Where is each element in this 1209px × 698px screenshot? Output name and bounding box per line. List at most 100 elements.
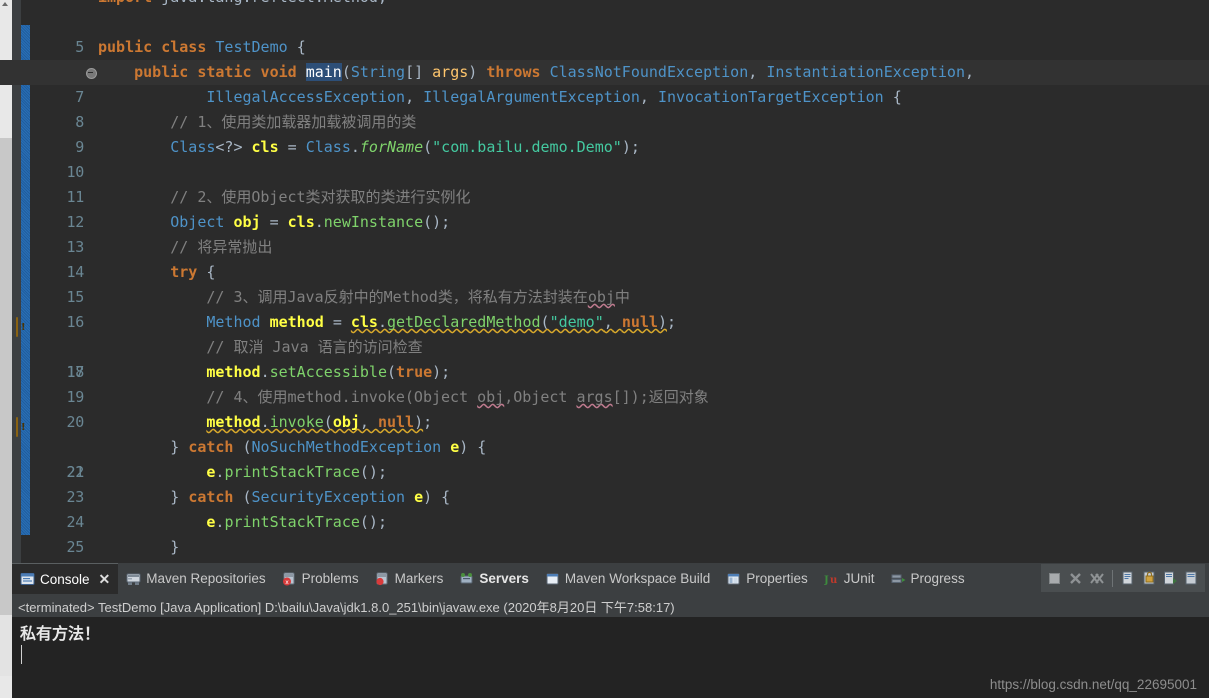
code-text: Method method = cls.getDeclaredMethod("d… xyxy=(206,313,676,331)
code-line[interactable]: 15 try { xyxy=(0,260,1209,306)
tab-label: Console xyxy=(40,571,90,587)
code-line[interactable]: 20 // 4、使用method.invoke(Object obj,Objec… xyxy=(0,385,1209,431)
warning-marker[interactable] xyxy=(16,415,30,437)
code-text: } catch (NoSuchMethodException e) { xyxy=(170,438,487,456)
warning-icon xyxy=(16,417,18,437)
java-code-editor[interactable]: 4 import java.lang.reflect.Method; 5 6 p… xyxy=(0,0,1209,563)
tab-maven-workspace-build[interactable]: Maven Workspace Build xyxy=(537,563,718,594)
tab-console[interactable]: Console ✕ xyxy=(12,562,119,595)
code-text: method.setAccessible(true); xyxy=(206,363,451,381)
terminated-process-label: <terminated> TestDemo [Java Application]… xyxy=(18,600,675,615)
problems-icon: x xyxy=(282,572,297,586)
code-text: IllegalAccessException, IllegalArgumentE… xyxy=(206,88,902,106)
code-text: // 1、使用类加载器加载被调用的类 xyxy=(98,113,417,131)
tab-junit[interactable]: Ju JUnit xyxy=(816,563,883,594)
code-line[interactable]: 11 xyxy=(0,160,1209,206)
code-lines-container[interactable]: 4 import java.lang.reflect.Method; 5 6 p… xyxy=(0,0,1209,563)
code-text: import java.lang.reflect.Method; xyxy=(98,0,387,10)
open-console-icon[interactable] xyxy=(1120,570,1137,587)
tab-progress[interactable]: Progress xyxy=(883,563,973,594)
progress-icon xyxy=(891,572,906,586)
console-caret xyxy=(21,645,22,664)
maven-repositories-icon xyxy=(126,572,141,586)
new-console-view-icon[interactable] xyxy=(1183,570,1200,587)
servers-icon xyxy=(459,572,474,586)
watermark-url: https://blog.csdn.net/qq_22695001 xyxy=(989,677,1197,692)
properties-icon xyxy=(726,572,741,586)
code-text: // 将异常抛出 xyxy=(98,238,273,256)
code-text: e.printStackTrace(); xyxy=(206,463,387,481)
tab-label: Maven Repositories xyxy=(146,571,266,586)
tab-label: Progress xyxy=(910,571,965,586)
code-line[interactable]: 24 } catch (SecurityException e) { xyxy=(0,485,1209,531)
code-line[interactable]: 6 public class TestDemo { xyxy=(0,35,1209,81)
tab-label: Problems xyxy=(301,571,359,586)
code-text: // 2、使用Object类对获取的类进行实例化 xyxy=(98,188,471,206)
stop-icon[interactable] xyxy=(1046,570,1063,587)
code-line[interactable]: 9 // 1、使用类加载器加载被调用的类 xyxy=(0,110,1209,156)
tab-problems[interactable]: x Problems xyxy=(274,563,367,594)
code-text: e.printStackTrace(); xyxy=(206,513,387,531)
console-output-text: 私有方法！ xyxy=(20,624,101,643)
junit-icon: Ju xyxy=(823,572,839,586)
tab-label: Maven Workspace Build xyxy=(564,571,711,586)
code-text: Class<?> cls = Class.forName("com.bailu.… xyxy=(170,138,640,156)
tab-label: Servers xyxy=(479,571,529,586)
code-text: } xyxy=(98,538,180,556)
code-line[interactable]: 23 e.printStackTrace(); xyxy=(0,460,1209,506)
svg-text:J: J xyxy=(824,575,829,586)
code-line[interactable]: 5 xyxy=(0,10,1209,56)
console-icon xyxy=(20,572,35,586)
code-text: } catch (SecurityException e) { xyxy=(170,488,451,506)
code-line[interactable]: 10 Class<?> cls = Class.forName("com.bai… xyxy=(0,135,1209,181)
remove-launch-icon[interactable] xyxy=(1067,570,1084,587)
code-line-current[interactable]: 7 public static void main(String[] args)… xyxy=(0,60,1209,106)
code-line[interactable]: 13 Object obj = cls.newInstance(); xyxy=(0,210,1209,256)
warning-marker[interactable] xyxy=(16,315,30,337)
tab-markers[interactable]: Markers xyxy=(367,563,452,594)
maven-workspace-build-icon xyxy=(545,572,560,586)
console-output-area[interactable]: 私有方法！ https://blog.csdn.net/qq_22695001 xyxy=(12,617,1209,698)
code-line[interactable]: 8 IllegalAccessException, IllegalArgumen… xyxy=(0,85,1209,131)
code-line[interactable]: 12 // 2、使用Object类对获取的类进行实例化 xyxy=(0,185,1209,231)
eclipse-ide-window: 4 import java.lang.reflect.Method; 5 6 p… xyxy=(0,0,1209,698)
code-line[interactable]: 25 e.printStackTrace(); xyxy=(0,510,1209,556)
tab-maven-repositories[interactable]: Maven Repositories xyxy=(118,563,273,594)
svg-text:x: x xyxy=(285,579,289,586)
code-line[interactable]: 18 // 取消 Java 语言的访问检查 xyxy=(0,335,1209,381)
code-line[interactable]: 26 } xyxy=(0,535,1209,560)
code-text: // 4、使用method.invoke(Object obj,Object a… xyxy=(98,388,709,406)
bottom-view-panel: Console ✕ Maven Repositories x Problems xyxy=(0,562,1209,698)
tab-label: Markers xyxy=(394,571,444,586)
warning-icon xyxy=(16,317,18,337)
code-text: public class TestDemo { xyxy=(98,38,306,56)
console-launch-info-bar: <terminated> TestDemo [Java Application]… xyxy=(12,594,1209,618)
code-text: // 3、调用Java反射中的Method类，将私有方法封装在obj中 xyxy=(98,288,630,306)
code-line[interactable]: 22 } catch (NoSuchMethodException e) { xyxy=(0,435,1209,481)
code-line[interactable]: 17 Method method = cls.getDeclaredMethod… xyxy=(0,310,1209,381)
code-text: try { xyxy=(170,263,216,281)
code-line-clipped: 4 import java.lang.reflect.Method; xyxy=(0,0,1209,10)
view-tab-bar[interactable]: Console ✕ Maven Repositories x Problems xyxy=(12,562,1209,595)
remove-all-launches-icon[interactable] xyxy=(1088,570,1105,587)
console-toolbar[interactable] xyxy=(1041,564,1205,592)
code-text: // 取消 Java 语言的访问检查 xyxy=(98,338,423,356)
markers-icon xyxy=(375,572,390,586)
code-line[interactable]: 21 method.invoke(obj, null); xyxy=(0,410,1209,481)
display-selected-console-icon[interactable] xyxy=(1162,570,1179,587)
collapse-fold-icon[interactable] xyxy=(86,68,97,79)
tab-servers[interactable]: Servers xyxy=(451,563,537,594)
tab-label: JUnit xyxy=(843,571,875,586)
panel-bottom-left-strip xyxy=(0,676,12,698)
code-text: public static void main(String[] args) t… xyxy=(134,63,975,81)
code-text: Object obj = cls.newInstance(); xyxy=(170,213,451,231)
svg-text:u: u xyxy=(830,575,837,586)
code-line[interactable]: 16 // 3、调用Java反射中的Method类，将私有方法封装在obj中 xyxy=(0,285,1209,331)
code-line[interactable]: 19 method.setAccessible(true); xyxy=(0,360,1209,406)
tab-properties[interactable]: Properties xyxy=(718,563,816,594)
toolbar-separator xyxy=(1112,569,1113,587)
pin-console-icon[interactable] xyxy=(1141,570,1158,587)
code-text: method.invoke(obj, null); xyxy=(206,413,433,431)
code-line[interactable]: 14 // 将异常抛出 xyxy=(0,235,1209,281)
close-icon[interactable]: ✕ xyxy=(99,571,111,588)
